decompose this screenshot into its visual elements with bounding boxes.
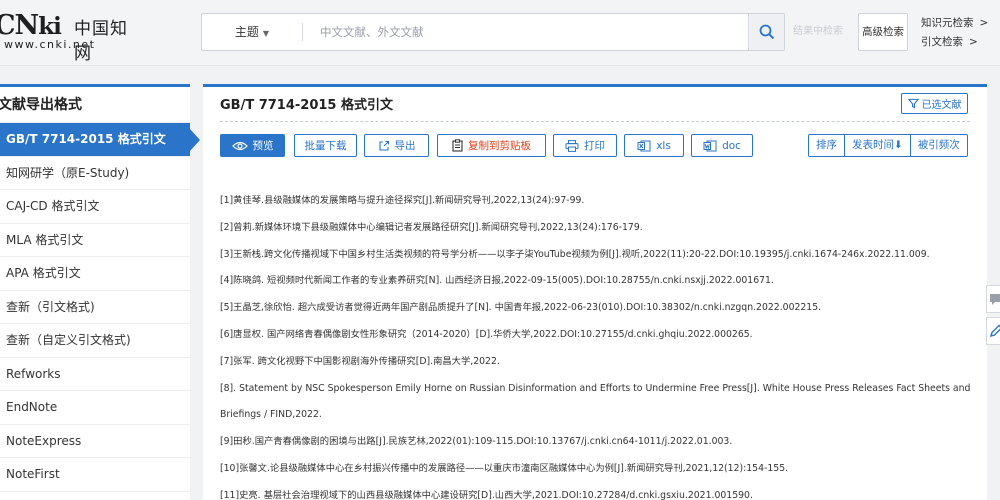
sidebar-item-notefirst[interactable]: NoteFirst: [0, 458, 190, 492]
logo-url: www.cnki.net: [4, 38, 96, 51]
reference-item: [3]王新栈.跨文化传播视域下中国乡村生活类视频的符号学分析——以李子柒YouT…: [220, 248, 930, 260]
print-button[interactable]: 打印: [553, 134, 617, 157]
note-button[interactable]: [986, 317, 1000, 345]
export-format-sidebar: 文献导出格式 GB/T 7714-2015 格式引文 知网研学（原E-Study…: [0, 84, 200, 500]
sort-by-date-label: 发表时间: [852, 139, 894, 151]
batch-download-button[interactable]: 批量下载: [294, 134, 357, 157]
export-xls-button[interactable]: xls: [624, 134, 684, 157]
copy-to-clipboard-button[interactable]: 复制到剪贴板: [437, 134, 546, 157]
arrow-down-icon: ⬇: [894, 139, 903, 151]
sidebar-item-refworks[interactable]: Refworks: [0, 358, 190, 391]
clipboard-icon: [452, 139, 463, 152]
chevron-right-icon: >: [979, 17, 989, 29]
page-title: GB/T 7714-2015 格式引文: [220, 98, 394, 113]
export-label: 导出: [394, 140, 416, 152]
search-type-dropdown[interactable]: 主题 ▼: [202, 14, 302, 50]
reference-item: [11]史亮. 基层社会治理视域下的山西县级融媒体中心建设研究[D].山西大学,…: [220, 489, 753, 500]
caret-down-icon: ▼: [262, 29, 270, 38]
reference-list: [1]黄佳琴.县级融媒体的发展策略与提升途径探究[J].新闻研究导刊,2022,…: [220, 188, 972, 500]
citation-search-link[interactable]: 引文检索 >: [921, 34, 978, 49]
reference-item: [1]黄佳琴.县级融媒体的发展策略与提升途径探究[J].新闻研究导刊,2022,…: [220, 195, 585, 206]
filter-icon: [907, 98, 919, 109]
sort-by-date-button[interactable]: 发表时间⬇: [845, 135, 911, 156]
search-divider: [302, 23, 303, 41]
sidebar-item-caj-cd[interactable]: CAJ-CD 格式引文: [0, 190, 190, 224]
chevron-right-icon: >: [969, 36, 978, 48]
advanced-search-button[interactable]: 高级检索: [858, 13, 908, 51]
citation-panel: GB/T 7714-2015 格式引文 已选文献 预览 批量下载 导出 复制到剪…: [203, 84, 987, 500]
reference-item: [10]张馨文.论县级融媒体中心在乡村振兴传播中的发展路径——以重庆市潼南区融媒…: [220, 462, 789, 474]
search-button[interactable]: [748, 14, 784, 50]
logo-mark: CNki: [0, 10, 62, 41]
copy-to-clipboard-label: 复制到剪贴板: [468, 140, 531, 152]
search-icon: [759, 24, 774, 40]
reference-item: [5]王晶芝,徐欣怡. 超六成受访者觉得近两年国产剧品质提升了[N]. 中国青年…: [220, 302, 822, 314]
preview-label: 预览: [252, 140, 274, 152]
result-search-button[interactable]: 结果中检索: [793, 22, 843, 37]
sidebar-item-apa[interactable]: APA 格式引文: [0, 257, 190, 291]
sidebar-item-mla[interactable]: MLA 格式引文: [0, 224, 190, 257]
search-bar: 主题 ▼: [201, 13, 785, 51]
sort-by-cited-button[interactable]: 被引频次: [910, 135, 967, 156]
sidebar-item-novelty-search[interactable]: 查新（引文格式): [0, 291, 190, 324]
preview-button[interactable]: 预览: [220, 134, 285, 157]
print-label: 打印: [584, 140, 605, 152]
cnki-logo[interactable]: CNki 中国知网 www.cnki.net: [0, 10, 144, 64]
reference-item: [4]陈晓鸽. 短视频时代新闻工作者的专业素养研究[N]. 山西经济日报,202…: [220, 275, 774, 287]
knowledge-search-link[interactable]: 知识元检索 >: [921, 15, 988, 30]
export-button[interactable]: 导出: [364, 134, 429, 157]
selected-documents-label: 已选文献: [921, 100, 962, 111]
reference-item: [8]. Statement by NSC Spokesperson Emily…: [220, 382, 971, 421]
feedback-button[interactable]: [986, 285, 1000, 313]
export-doc-label: doc: [722, 139, 741, 152]
site-header: CNki 中国知网 www.cnki.net 主题▼ 结果中检索 高级检索 知识…: [0, 0, 1000, 66]
reference-item: [9]田秒.国产青春偶像剧的困境与出路[J].民族艺林,2022(01):109…: [220, 436, 733, 448]
sidebar-item-novelty-custom[interactable]: 查新（自定义引文格式): [0, 324, 190, 358]
sidebar-item-gbt7714[interactable]: GB/T 7714-2015 格式引文: [0, 123, 200, 157]
sidebar-item-noteexpress[interactable]: NoteExpress: [0, 425, 190, 458]
export-doc-button[interactable]: doc: [691, 134, 753, 157]
sort-label: 排序: [809, 135, 845, 156]
eye-icon: [231, 141, 248, 150]
reference-item: [6]唐显权. 国产网络青春偶像剧女性形象研究（2014-2020）[D].华侨…: [220, 328, 753, 340]
search-input[interactable]: [320, 14, 740, 50]
sidebar-item-endnote[interactable]: EndNote: [0, 391, 190, 425]
export-xls-label: xls: [656, 139, 671, 152]
reference-item: [2]曾莉.新媒体环境下县级融媒体中心编辑记者发展路径研究[J].新闻研究导刊,…: [220, 221, 643, 233]
selected-documents-button[interactable]: 已选文献: [901, 93, 968, 114]
edit-icon: [989, 324, 1000, 338]
sidebar-item-estudy[interactable]: 知网研学（原E-Study): [0, 157, 190, 190]
reference-item: [7]张军. 跨文化视野下中国影视剧海外传播研究[D].南昌大学,2022.: [220, 355, 500, 367]
sort-controls: 排序 发表时间⬇ 被引频次: [808, 134, 968, 157]
excel-icon: [637, 140, 651, 151]
export-icon: [378, 140, 389, 151]
word-icon: [703, 140, 717, 151]
printer-icon: [565, 139, 579, 152]
comment-icon: [990, 294, 1000, 305]
title-divider: [220, 121, 970, 122]
batch-download-label: 批量下载: [304, 140, 347, 152]
search-type-label: 主题: [234, 25, 259, 39]
sidebar-title: 文献导出格式: [0, 87, 190, 123]
